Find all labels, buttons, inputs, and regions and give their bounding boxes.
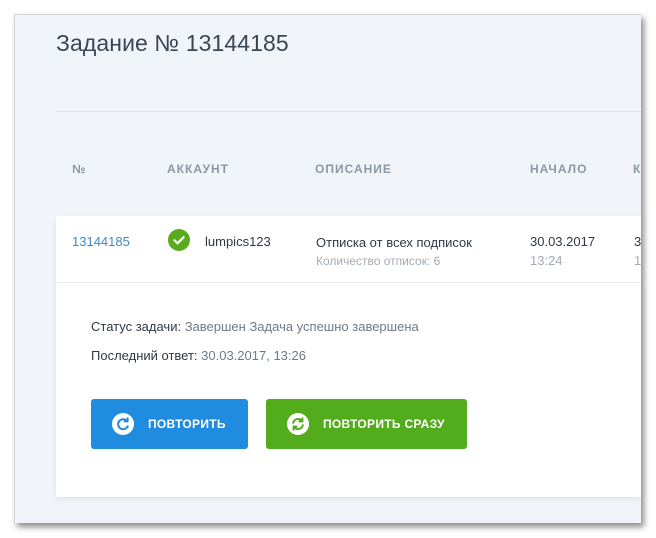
window-border-left — [14, 14, 15, 523]
app-window: Задание № 13144185 № АККАУНТ ОПИСАНИЕ НА… — [14, 14, 641, 523]
task-status-value: Завершен Задача успешно завершена — [184, 319, 419, 334]
last-reply-label: Последний ответ: — [91, 348, 198, 363]
account-name: lumpics123 — [205, 234, 271, 249]
last-reply-line: Последний ответ: 30.03.2017, 13:26 — [91, 348, 306, 363]
task-description-sub: Количество отписок: 6 — [316, 254, 441, 268]
refresh-icon — [112, 413, 134, 435]
start-time: 13:24 — [530, 253, 563, 268]
task-status-line: Статус задачи: Завершен Задача успешно з… — [91, 319, 419, 334]
page-title: Задание № 13144185 — [56, 30, 289, 56]
column-header-account: АККАУНТ — [167, 162, 229, 176]
check-circle-icon — [168, 229, 190, 251]
repeat-now-button[interactable]: ПОВТОРИТЬ СРАЗУ — [266, 399, 467, 449]
repeat-button-label: ПОВТОРИТЬ — [148, 417, 226, 431]
last-reply-value: 30.03.2017, 13:26 — [201, 348, 306, 363]
task-row-card: 13144185 lumpics123 Отписка от всех подп… — [56, 216, 641, 497]
task-status-label: Статус задачи: — [91, 319, 182, 334]
column-header-start: НАЧАЛО — [530, 162, 588, 176]
repeat-button[interactable]: ПОВТОРИТЬ — [91, 399, 248, 449]
task-description: Отписка от всех подписок — [316, 235, 472, 250]
column-header-next: К — [633, 162, 641, 176]
next-column-date: 3 — [634, 234, 641, 249]
column-header-description: ОПИСАНИЕ — [315, 162, 392, 176]
row-divider — [56, 282, 641, 283]
repeat-now-button-label: ПОВТОРИТЬ СРАЗУ — [323, 417, 445, 431]
start-date: 30.03.2017 — [530, 234, 596, 249]
column-header-number: № — [72, 162, 87, 176]
next-column-time: 1 — [634, 253, 641, 268]
sync-icon — [287, 413, 309, 435]
title-divider — [56, 111, 641, 112]
window-border-top — [14, 14, 641, 15]
task-id-link[interactable]: 13144185 — [72, 234, 130, 249]
